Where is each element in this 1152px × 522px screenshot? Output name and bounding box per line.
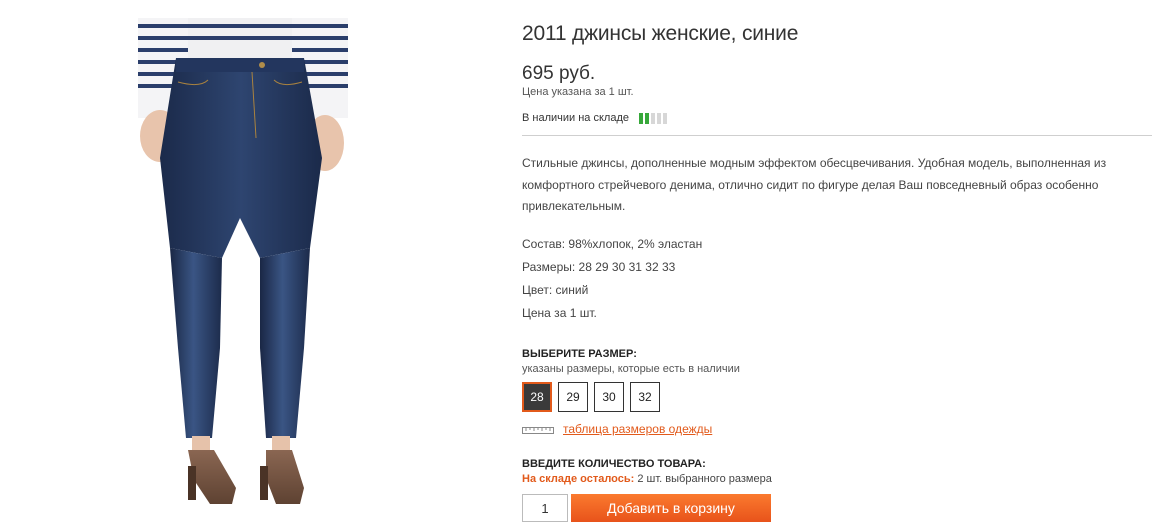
spec-color: Цвет: синий	[522, 283, 589, 297]
quantity-input[interactable]	[522, 494, 568, 522]
spec-unit-price: Цена за 1 шт.	[522, 306, 597, 320]
ruler-icon	[522, 427, 554, 434]
size-table-row: таблица размеров одежды	[522, 422, 712, 436]
size-option-32[interactable]: 32	[630, 382, 660, 412]
spec-sizes: Размеры: 28 29 30 31 32 33	[522, 260, 676, 274]
size-option-28[interactable]: 28	[522, 382, 552, 412]
product-price: 695 руб.	[522, 63, 596, 84]
stock-remaining: На складе осталось: 2 шт. выбранного раз…	[522, 473, 772, 485]
stock-level-bar	[638, 112, 643, 124]
product-description: Стильные джинсы, дополненные модным эффе…	[522, 156, 1107, 213]
price-note: Цена указана за 1 шт.	[522, 86, 634, 98]
stock-level-bar	[656, 112, 661, 124]
stock-level-bar	[662, 112, 667, 124]
size-select-heading: ВЫБЕРИТЕ РАЗМЕР:	[522, 348, 637, 360]
size-table-link[interactable]: таблица размеров одежды	[563, 422, 712, 436]
product-image[interactable]	[60, 18, 420, 508]
stock-status: В наличии на складе	[522, 112, 667, 124]
size-option-30[interactable]: 30	[594, 382, 624, 412]
stock-remaining-text: 2 шт. выбранного размера	[634, 473, 772, 485]
size-select-subtext: указаны размеры, которые есть в наличии	[522, 363, 740, 375]
quantity-heading: ВВЕДИТЕ КОЛИЧЕСТВО ТОВАРА:	[522, 458, 706, 470]
divider	[522, 135, 1152, 136]
size-option-29[interactable]: 29	[558, 382, 588, 412]
stock-remaining-label: На складе осталось:	[522, 473, 635, 485]
size-options: 28 29 30 32	[522, 382, 660, 412]
product-title: 2011 джинсы женские, синие	[522, 22, 799, 45]
jeans-photo	[138, 18, 348, 504]
add-to-cart-button[interactable]: Добавить в корзину	[571, 494, 771, 522]
spec-composition: Состав: 98%хлопок, 2% эластан	[522, 237, 703, 251]
stock-level-bar	[644, 112, 649, 124]
stock-label: В наличии на складе	[522, 112, 629, 124]
stock-level-indicator	[638, 112, 667, 124]
stock-level-bar	[650, 112, 655, 124]
